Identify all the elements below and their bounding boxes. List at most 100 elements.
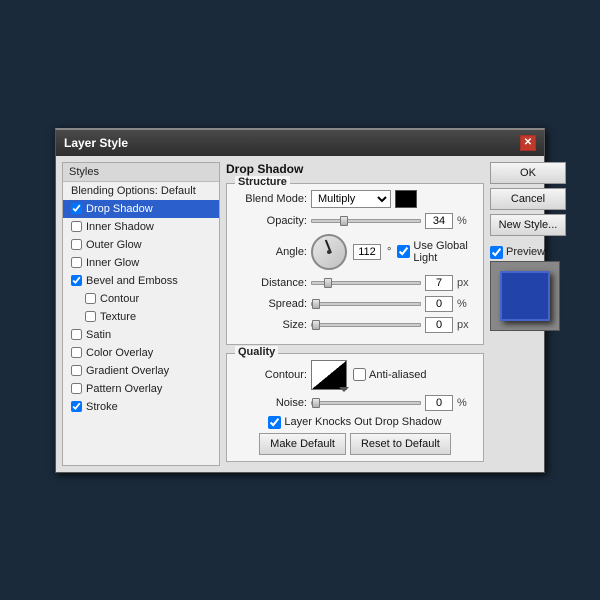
blend-mode-select[interactable]: Multiply Normal Screen — [311, 190, 391, 208]
size-slider[interactable] — [311, 323, 421, 327]
spread-unit: % — [457, 298, 475, 310]
distance-row: Distance: px — [235, 275, 475, 291]
section-title: Drop Shadow — [226, 162, 484, 176]
preview-checkbox[interactable] — [490, 246, 503, 259]
dialog-body: Styles Blending Options: Default Drop Sh… — [56, 156, 544, 472]
knocks-out-label[interactable]: Layer Knocks Out Drop Shadow — [268, 416, 441, 429]
middle-panel: Drop Shadow Structure Blend Mode: Multip… — [226, 162, 484, 466]
gradient-overlay-checkbox[interactable] — [71, 365, 82, 376]
sidebar-item-color-overlay[interactable]: Color Overlay — [63, 344, 219, 362]
distance-thumb[interactable] — [324, 278, 332, 288]
make-default-button[interactable]: Make Default — [259, 433, 346, 455]
sidebar-item-contour[interactable]: Contour — [63, 290, 219, 308]
distance-value[interactable] — [425, 275, 453, 291]
structure-group: Structure Blend Mode: Multiply Normal Sc… — [226, 183, 484, 345]
styles-header: Styles — [63, 163, 219, 182]
inner-shadow-label: Inner Shadow — [86, 221, 154, 233]
cancel-button[interactable]: Cancel — [490, 188, 566, 210]
opacity-unit: % — [457, 215, 475, 227]
sidebar-item-outer-glow[interactable]: Outer Glow — [63, 236, 219, 254]
opacity-label: Opacity: — [235, 215, 307, 227]
quality-label: Quality — [235, 346, 278, 358]
spread-thumb[interactable] — [312, 299, 320, 309]
opacity-row: Opacity: % — [235, 213, 475, 229]
anti-aliased-label[interactable]: Anti-aliased — [353, 368, 426, 381]
noise-value[interactable] — [425, 395, 453, 411]
preview-label: Preview — [490, 246, 570, 259]
bottom-buttons: Make Default Reset to Default — [235, 433, 475, 455]
color-overlay-checkbox[interactable] — [71, 347, 82, 358]
sidebar-item-gradient-overlay[interactable]: Gradient Overlay — [63, 362, 219, 380]
satin-checkbox[interactable] — [71, 329, 82, 340]
opacity-slider[interactable] — [311, 219, 421, 223]
blend-mode-label: Blend Mode: — [235, 193, 307, 205]
size-unit: px — [457, 319, 475, 331]
sidebar-item-texture[interactable]: Texture — [63, 308, 219, 326]
opacity-thumb[interactable] — [340, 216, 348, 226]
sidebar-item-inner-shadow[interactable]: Inner Shadow — [63, 218, 219, 236]
stroke-checkbox[interactable] — [71, 401, 82, 412]
noise-slider[interactable] — [311, 401, 421, 405]
degree-symbol: ° — [387, 246, 391, 258]
bevel-emboss-checkbox[interactable] — [71, 275, 82, 286]
stroke-label: Stroke — [86, 401, 118, 413]
size-thumb[interactable] — [312, 320, 320, 330]
distance-label: Distance: — [235, 277, 307, 289]
size-label: Size: — [235, 319, 307, 331]
pattern-overlay-label: Pattern Overlay — [86, 383, 162, 395]
title-bar: Layer Style ✕ — [56, 130, 544, 156]
distance-slider[interactable] — [311, 281, 421, 285]
sidebar-item-blending[interactable]: Blending Options: Default — [63, 182, 219, 200]
global-light-checkbox[interactable] — [397, 245, 410, 258]
contour-checkbox[interactable] — [85, 293, 96, 304]
inner-glow-checkbox[interactable] — [71, 257, 82, 268]
sidebar-item-satin[interactable]: Satin — [63, 326, 219, 344]
preview-canvas — [490, 261, 560, 331]
layer-style-dialog: Layer Style ✕ Styles Blending Options: D… — [55, 128, 545, 473]
texture-checkbox[interactable] — [85, 311, 96, 322]
reset-default-button[interactable]: Reset to Default — [350, 433, 451, 455]
size-value[interactable] — [425, 317, 453, 333]
new-style-button[interactable]: New Style... — [490, 214, 566, 236]
texture-label: Texture — [100, 311, 136, 323]
outer-glow-checkbox[interactable] — [71, 239, 82, 250]
distance-unit: px — [457, 277, 475, 289]
blending-label: Blending Options: Default — [71, 185, 196, 197]
sidebar-item-stroke[interactable]: Stroke — [63, 398, 219, 416]
blend-mode-row: Blend Mode: Multiply Normal Screen — [235, 190, 475, 208]
angle-value[interactable] — [353, 244, 381, 260]
structure-label: Structure — [235, 176, 290, 188]
sidebar-item-pattern-overlay[interactable]: Pattern Overlay — [63, 380, 219, 398]
sidebar-item-inner-glow[interactable]: Inner Glow — [63, 254, 219, 272]
spread-row: Spread: % — [235, 296, 475, 312]
satin-label: Satin — [86, 329, 111, 341]
noise-label: Noise: — [235, 397, 307, 409]
dial-center — [327, 250, 331, 254]
global-light-label[interactable]: Use Global Light — [397, 240, 475, 264]
outer-glow-label: Outer Glow — [86, 239, 142, 251]
spread-value[interactable] — [425, 296, 453, 312]
drop-shadow-checkbox[interactable] — [71, 203, 82, 214]
shadow-color-swatch[interactable] — [395, 190, 417, 208]
noise-thumb[interactable] — [312, 398, 320, 408]
ok-button[interactable]: OK — [490, 162, 566, 184]
spread-label: Spread: — [235, 298, 307, 310]
preview-inner — [500, 271, 550, 321]
anti-aliased-checkbox[interactable] — [353, 368, 366, 381]
contour-picker[interactable] — [311, 360, 347, 390]
angle-container: ° Use Global Light — [311, 234, 475, 270]
noise-unit: % — [457, 397, 475, 409]
pattern-overlay-checkbox[interactable] — [71, 383, 82, 394]
dialog-title: Layer Style — [64, 136, 128, 150]
opacity-value[interactable] — [425, 213, 453, 229]
sidebar-item-drop-shadow[interactable]: Drop Shadow — [63, 200, 219, 218]
gradient-overlay-label: Gradient Overlay — [86, 365, 169, 377]
close-button[interactable]: ✕ — [520, 135, 536, 151]
sidebar-item-bevel-emboss[interactable]: Bevel and Emboss — [63, 272, 219, 290]
spread-slider[interactable] — [311, 302, 421, 306]
angle-dial[interactable] — [311, 234, 347, 270]
left-panel: Styles Blending Options: Default Drop Sh… — [62, 162, 220, 466]
color-overlay-label: Color Overlay — [86, 347, 153, 359]
knocks-out-checkbox[interactable] — [268, 416, 281, 429]
inner-shadow-checkbox[interactable] — [71, 221, 82, 232]
